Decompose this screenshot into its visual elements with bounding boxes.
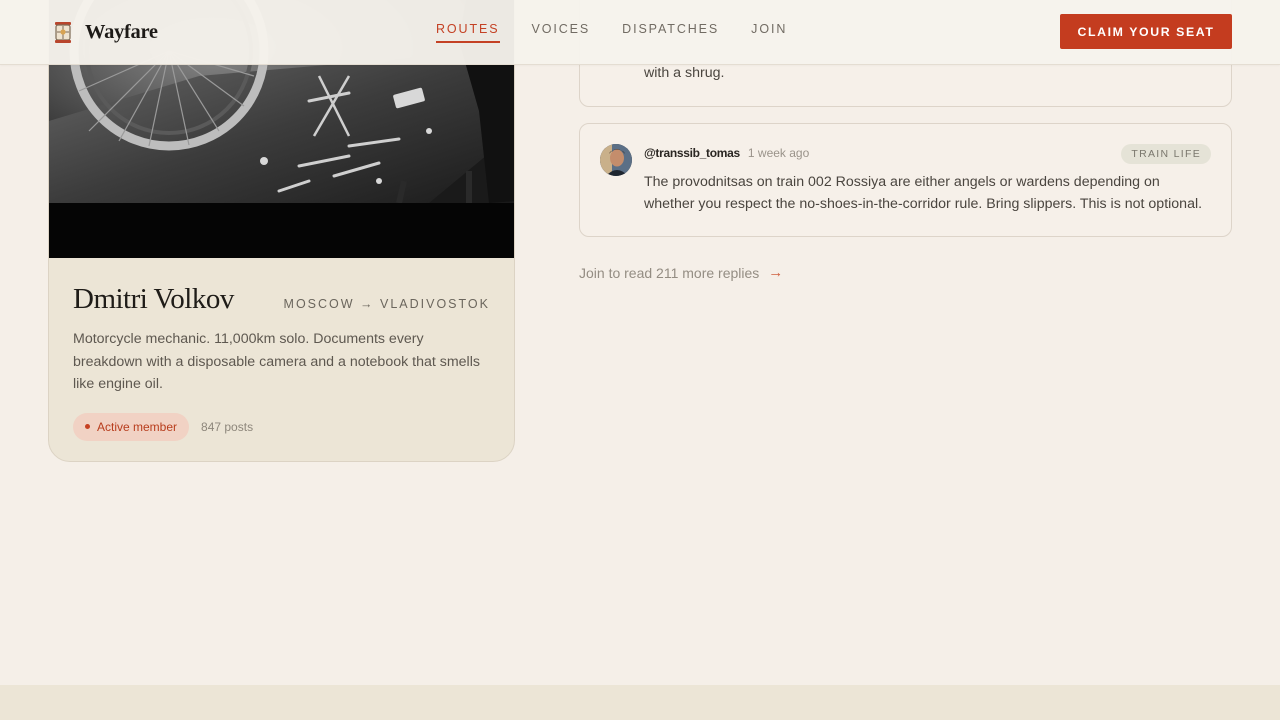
status-dot-icon [85,424,90,429]
reply-text: The provodnitsas on train 002 Rossiya ar… [644,174,1203,212]
post-count: 847 posts [201,419,254,434]
main-nav: ROUTES VOICES DISPATCHES JOIN [436,22,787,43]
reply-handle[interactable]: @transsib_tomas [644,146,740,160]
avatar[interactable] [600,144,632,176]
profile-name-row: Dmitri Volkov MOSCOW → VLADIVOSTOK [73,283,490,316]
brand-name: Wayfare [85,20,158,43]
reply-card: @transsib_tomas 1 week ago TRAIN LIFE Th… [579,123,1232,237]
avatar-portrait-icon [600,144,632,176]
lantern-logo-icon [55,22,71,43]
profile-card: Dmitri Volkov MOSCOW → VLADIVOSTOK Motor… [48,0,515,462]
reply-timestamp: 1 week ago [747,146,810,160]
arrow-right-icon: → [768,264,784,281]
profile-route: MOSCOW → VLADIVOSTOK [283,297,490,311]
status-badge: Active member [73,412,190,441]
more-replies-label: Join to read 211 more replies [579,264,760,281]
more-replies-link[interactable]: Join to read 211 more replies → [579,264,783,281]
brand[interactable]: Wayfare [52,20,158,44]
profile-meta: Active member 847 posts [73,412,490,441]
nav-item-voices[interactable]: VOICES [532,22,591,43]
reply-header: @transsib_tomas 1 week ago [644,146,809,160]
reply-text: with a shrug. [644,65,725,81]
nav-item-join[interactable]: JOIN [751,22,787,43]
nav-item-routes[interactable]: ROUTES [436,22,500,43]
nav-item-dispatches[interactable]: DISPATCHES [622,22,719,43]
footer-band [0,685,1280,720]
site-header: Wayfare ROUTES VOICES DISPATCHES JOIN CL… [0,0,1280,65]
profile-body: Dmitri Volkov MOSCOW → VLADIVOSTOK Motor… [73,283,490,441]
profile-name: Dmitri Volkov [73,283,234,315]
reply-tag[interactable]: TRAIN LIFE [1121,144,1211,164]
claim-seat-button[interactable]: CLAIM YOUR SEAT [1060,14,1232,49]
status-badge-label: Active member [97,419,178,434]
profile-bio: Motorcycle mechanic. 11,000km solo. Docu… [73,331,480,392]
